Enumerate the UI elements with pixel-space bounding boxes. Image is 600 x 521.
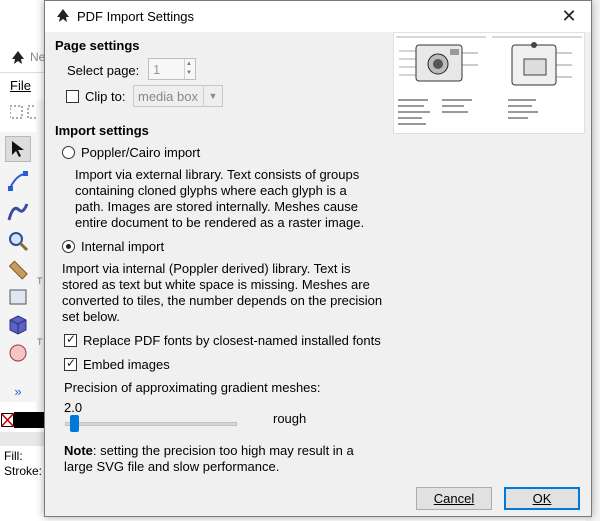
- fill-label: Fill:: [4, 449, 23, 463]
- clip-to-label: Clip to:: [85, 89, 126, 104]
- select-page-spinbox[interactable]: 1 ▲ ▼: [148, 58, 196, 80]
- inkscape-logo-icon: [57, 9, 69, 22]
- cancel-button-label: Cancel: [433, 491, 475, 506]
- zoom-tool-icon[interactable]: [5, 228, 31, 254]
- internal-import-radio[interactable]: [62, 240, 75, 253]
- replace-fonts-checkbox[interactable]: [64, 332, 77, 347]
- node-tool-icon[interactable]: [5, 168, 31, 194]
- ruler-mark: T: [37, 276, 43, 286]
- measure-tool-icon[interactable]: [5, 256, 31, 282]
- close-icon[interactable]: ✕: [547, 1, 591, 32]
- ok-button[interactable]: OK: [504, 487, 580, 510]
- spin-buttons[interactable]: ▲ ▼: [184, 59, 195, 79]
- cancel-button[interactable]: Cancel: [416, 487, 492, 510]
- note-text: : setting the precision too high may res…: [64, 443, 354, 474]
- select-page-label: Select page:: [67, 63, 140, 78]
- toolbox: »: [0, 132, 37, 402]
- embed-images-checkbox[interactable]: [64, 356, 77, 371]
- poppler-description: Import via external library. Text consis…: [75, 167, 365, 230]
- no-paint-icon[interactable]: [1, 413, 14, 427]
- replace-fonts-label: Replace PDF fonts by closest-named insta…: [83, 333, 381, 348]
- inkscape-logo-icon: [12, 51, 24, 64]
- page-settings-heading: Page settings: [55, 38, 140, 53]
- clip-to-checkbox[interactable]: [66, 90, 79, 103]
- note-bold-label: Note: [64, 443, 93, 458]
- clip-to-value: media box: [138, 89, 198, 104]
- tweak-tool-icon[interactable]: [5, 198, 31, 224]
- ok-button-label: OK: [532, 491, 552, 506]
- rectangle-tool-icon[interactable]: [5, 284, 31, 310]
- spin-down-icon[interactable]: ▼: [186, 69, 192, 77]
- ellipse-tool-icon[interactable]: [5, 340, 31, 366]
- clip-to-select[interactable]: media box ▼: [133, 85, 223, 107]
- poppler-label: Poppler/Cairo import: [81, 145, 201, 160]
- more-tools-icon[interactable]: »: [5, 378, 31, 404]
- select-page-value: 1: [153, 62, 161, 77]
- precision-note: Note: setting the precision too high may…: [64, 443, 364, 475]
- dialog-titlebar[interactable]: PDF Import Settings ✕: [45, 1, 591, 32]
- internal-import-label: Internal import: [81, 239, 165, 254]
- page-preview-thumbnail: [393, 32, 585, 134]
- 3d-box-tool-icon[interactable]: [5, 312, 31, 338]
- ruler-mark: T: [37, 337, 43, 347]
- dialog-title: PDF Import Settings: [77, 9, 195, 24]
- spin-up-icon[interactable]: ▲: [186, 60, 192, 68]
- embed-images-label: Embed images: [83, 357, 170, 372]
- pdf-import-dialog: PDF Import Settings ✕ Page settings Sele…: [44, 0, 592, 517]
- horizontal-scrollbar[interactable]: [0, 432, 46, 446]
- precision-value: 2.0: [64, 400, 83, 415]
- select-tool-icon[interactable]: [5, 136, 31, 162]
- menu-file[interactable]: File: [10, 78, 31, 93]
- poppler-radio[interactable]: [62, 146, 75, 159]
- chevron-down-icon: ▼: [203, 86, 222, 106]
- internal-import-description: Import via internal (Poppler derived) li…: [62, 261, 383, 324]
- import-settings-heading: Import settings: [55, 123, 149, 138]
- precision-quality-label: rough: [273, 411, 307, 426]
- precision-slider-handle[interactable]: [70, 415, 80, 432]
- precision-label: Precision of approximating gradient mesh…: [64, 380, 321, 395]
- preview-image: [396, 36, 582, 125]
- stroke-label: Stroke:: [4, 464, 43, 478]
- precision-slider-track[interactable]: [65, 422, 237, 426]
